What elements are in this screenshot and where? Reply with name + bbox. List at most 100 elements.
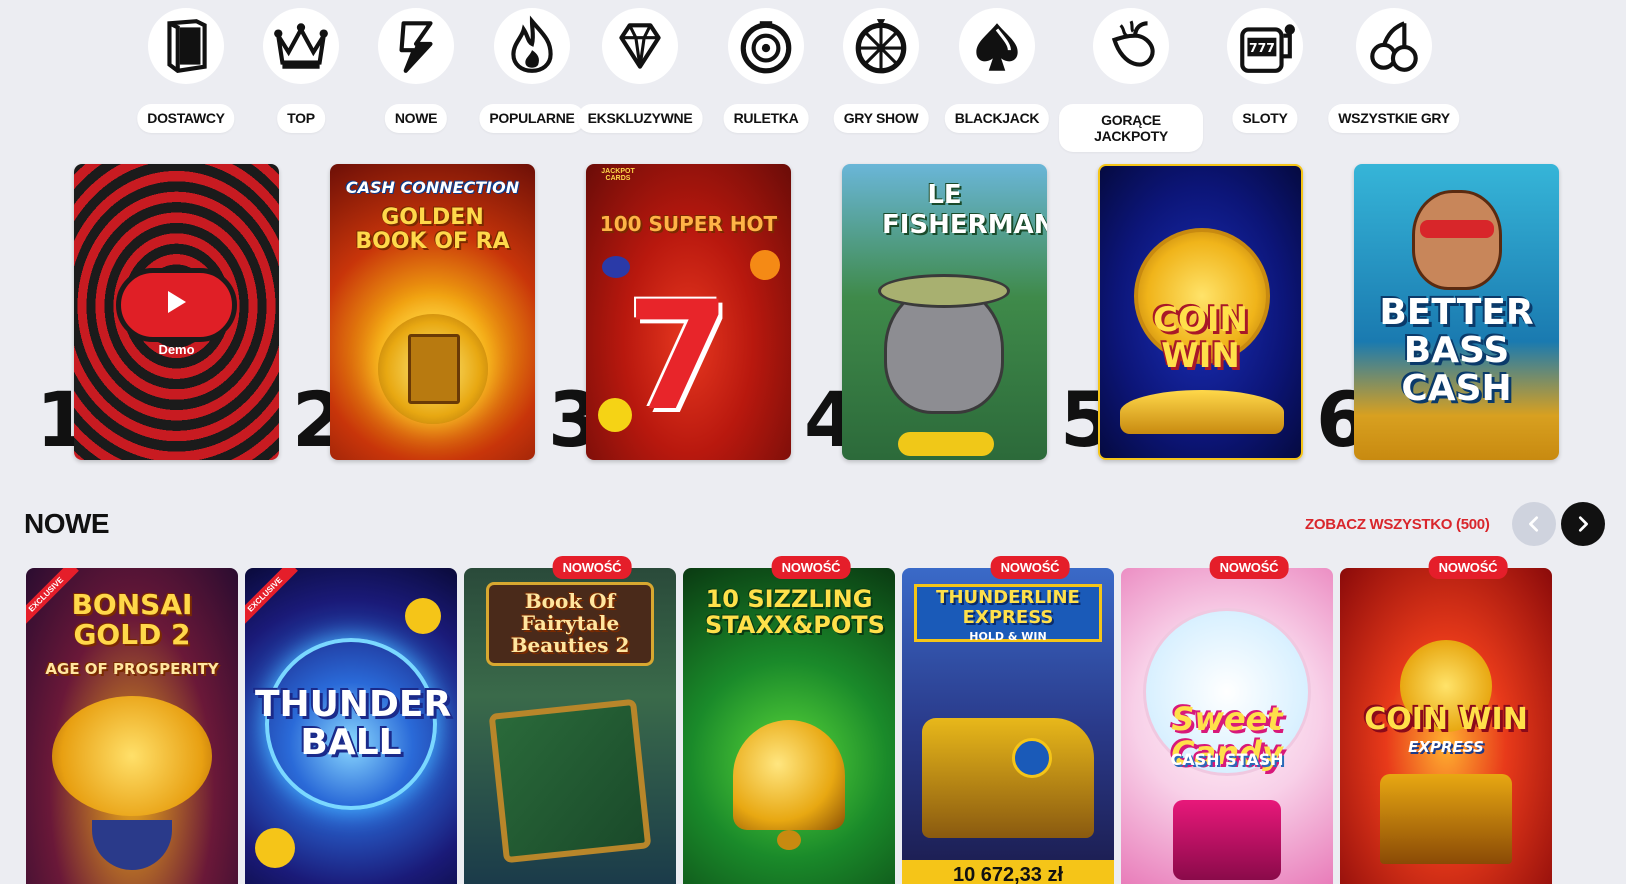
fisherman-graphic	[1412, 190, 1502, 290]
wheel-icon	[843, 8, 919, 84]
jackpot-amount: 10 672,33 zł	[902, 860, 1114, 884]
new-badge: NOWOŚĆ	[771, 556, 851, 579]
game-title: THUNDER BALL	[255, 684, 452, 763]
game-subtitle: CASH CONNECTION	[345, 178, 520, 197]
category-exclusive[interactable]: EKSKLUZYWNE	[570, 6, 710, 156]
game-tile[interactable]: EXCLUSIVE THUNDER BALL	[245, 568, 457, 884]
game-title: 10 SIZZLING STAXX&POTS	[705, 585, 885, 639]
book-graphic	[488, 698, 652, 864]
game-tile[interactable]: THUNDERLINE EXPRESS HOLD & WIN 10 672,33…	[902, 568, 1114, 884]
new-badge: NOWOŚĆ	[1428, 556, 1508, 579]
bell-graphic	[733, 720, 845, 830]
boots-graphic	[898, 432, 994, 456]
flame-icon	[494, 8, 570, 84]
game-title: 100 SUPER HOT	[599, 212, 778, 236]
hat-graphic	[878, 274, 1010, 308]
category-nav: DOSTAWCY TOP NOWE POPULARNE EKSKLUZYWNE	[116, 6, 1526, 156]
seven-graphic: 7	[626, 270, 731, 444]
demo-tile[interactable]: Demo	[74, 164, 279, 460]
pot-graphic	[92, 820, 172, 870]
game-tile[interactable]: CASH CONNECTION GOLDEN BOOK OF RA	[330, 164, 535, 460]
coin-graphic	[405, 598, 441, 634]
top-game-6: 6 BETTER BASS CASH	[1310, 164, 1575, 464]
category-label: BLACKJACK	[944, 104, 1050, 133]
game-tile[interactable]: LE FISHERMAN	[842, 164, 1047, 460]
game-title: THUNDERLINE EXPRESS	[936, 587, 1080, 628]
train-front-graphic	[1380, 774, 1512, 864]
new-badge: NOWOŚĆ	[990, 556, 1070, 579]
game-tile[interactable]: JACKPOT CARDS 100 SUPER HOT 7	[586, 164, 791, 460]
category-label: WSZYSTKIE GRY	[1328, 104, 1460, 133]
game-subtitle: CASH STASH	[1170, 750, 1284, 769]
game-tile[interactable]: BETTER BASS CASH	[1354, 164, 1559, 460]
carousel-next-button[interactable]	[1561, 502, 1605, 546]
category-label: SLOTY	[1232, 104, 1298, 133]
orange-graphic	[750, 250, 780, 280]
play-icon	[168, 291, 186, 313]
new-badge: NOWOŚĆ	[552, 556, 632, 579]
slot-machine-icon: 777	[1227, 8, 1303, 84]
crown-icon	[263, 8, 339, 84]
category-label: RULETKA	[723, 104, 809, 133]
demo-label: Demo	[158, 342, 195, 357]
machine-base-graphic	[1173, 800, 1281, 880]
game-tile[interactable]: COIN WIN EXPRESS	[1340, 568, 1552, 884]
game-subtitle: AGE OF PROSPERITY	[45, 660, 219, 678]
lightning-icon	[378, 8, 454, 84]
new-badge: NOWOŚĆ	[1209, 556, 1289, 579]
svg-text:777: 777	[1249, 40, 1275, 55]
game-tile[interactable]: Sweet Candy CASH STASH	[1121, 568, 1333, 884]
game-title: GOLDEN BOOK OF RA	[355, 205, 510, 254]
category-label: GORĄCE JACKPOTY	[1059, 104, 1203, 152]
exclusive-ribbon: EXCLUSIVE	[245, 568, 298, 628]
coin-graphic	[255, 828, 295, 868]
top-game-1: 1 Demo	[30, 164, 295, 464]
chevron-right-icon	[1578, 516, 1588, 532]
game-tile[interactable]: COIN WIN	[1098, 164, 1303, 460]
top-games-row: 1 Demo 2 CASH CONNECTION GOLDEN BOOK OF …	[30, 164, 1620, 464]
top-game-3: 3 JACKPOT CARDS 100 SUPER HOT 7	[542, 164, 807, 464]
game-title: Book Of Fairytale Beauties 2	[510, 589, 630, 657]
top-game-4: 4 LE FISHERMAN	[798, 164, 1063, 464]
new-games-row: EXCLUSIVE BONSAI GOLD 2 AGE OF PROSPERIT…	[26, 556, 1626, 884]
game-title: LE FISHERMAN	[882, 180, 1047, 240]
hot-pepper-icon	[1093, 8, 1169, 84]
category-slots[interactable]: 777 SLOTY	[1195, 6, 1335, 156]
book-graphic	[408, 334, 460, 404]
game-subtitle: HOLD & WIN	[969, 630, 1047, 643]
game-subtitle: JACKPOT CARDS	[601, 168, 635, 182]
category-label: POPULARNE	[479, 104, 585, 133]
category-blackjack[interactable]: BLACKJACK	[927, 6, 1067, 156]
plum-graphic	[602, 256, 630, 278]
game-tile[interactable]: 10 SIZZLING STAXX&POTS	[683, 568, 895, 884]
casino-lobby: DOSTAWCY TOP NOWE POPULARNE EKSKLUZYWNE	[0, 0, 1626, 884]
train-graphic	[922, 718, 1094, 838]
game-title: COIN WIN	[1153, 300, 1248, 376]
game-title: BETTER BASS CASH	[1379, 292, 1534, 409]
game-tile[interactable]: EXCLUSIVE BONSAI GOLD 2 AGE OF PROSPERIT…	[26, 568, 238, 884]
diamond-icon	[602, 8, 678, 84]
lemon-graphic	[598, 398, 632, 432]
bell-clapper-graphic	[777, 830, 801, 850]
see-all-link[interactable]: ZOBACZ WSZYSTKO (500)	[1305, 516, 1490, 533]
carousel-prev-button[interactable]	[1512, 502, 1556, 546]
category-label: NOWE	[384, 104, 448, 133]
category-label: TOP	[277, 104, 325, 133]
top-game-5: 5 COIN WIN	[1054, 164, 1319, 464]
category-label: DOSTAWCY	[137, 104, 235, 133]
game-subtitle: EXPRESS	[1408, 738, 1484, 756]
chevron-left-icon	[1529, 516, 1539, 532]
roulette-icon	[728, 8, 804, 84]
category-label: GRY SHOW	[833, 104, 929, 133]
game-title: COIN WIN	[1364, 702, 1528, 737]
bonsai-tree-graphic	[52, 696, 212, 816]
game-tile[interactable]: Book Of Fairytale Beauties 2	[464, 568, 676, 884]
category-hot-jackpots[interactable]: GORĄCE JACKPOTY	[1059, 6, 1203, 156]
coins-pile-graphic	[1120, 390, 1284, 434]
category-all-games[interactable]: WSZYSTKIE GRY	[1324, 6, 1464, 156]
section-title: NOWE	[24, 508, 110, 539]
top-game-2: 2 CASH CONNECTION GOLDEN BOOK OF RA	[286, 164, 551, 464]
book-icon	[148, 8, 224, 84]
spade-icon	[959, 8, 1035, 84]
sunglasses-graphic	[1420, 220, 1494, 238]
